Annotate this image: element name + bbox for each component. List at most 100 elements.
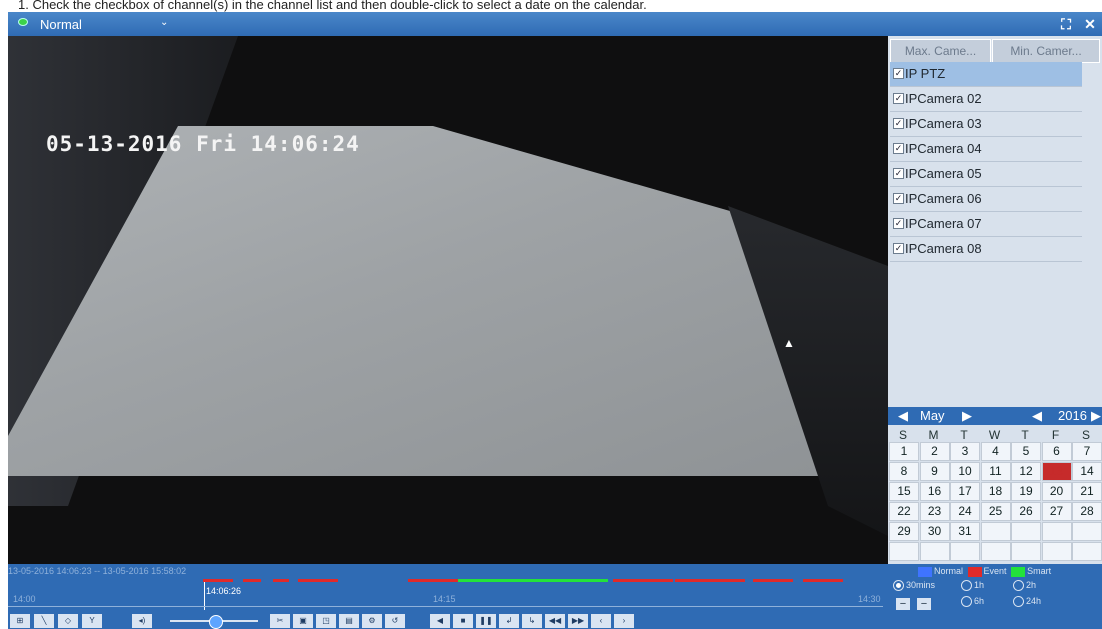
calendar-day[interactable]: 5 <box>1011 442 1041 461</box>
weekday-label: S <box>898 428 907 442</box>
event-segment <box>803 579 843 582</box>
calendar-day[interactable]: 2 <box>919 442 950 461</box>
calendar-day[interactable]: 27 <box>1041 502 1072 521</box>
calendar-day[interactable]: 28 <box>1072 502 1102 521</box>
slow-forward-icon[interactable]: ◀◀ <box>545 614 565 628</box>
calendar-day[interactable]: 13 <box>1041 462 1072 481</box>
channel-item[interactable]: ✓ IP PTZ <box>890 62 1082 87</box>
channel-checkbox[interactable]: ✓ <box>893 168 904 179</box>
max-camera-button[interactable]: Max. Came... <box>890 39 991 63</box>
tag-icon[interactable]: ◳ <box>316 614 336 628</box>
calendar-day[interactable]: 9 <box>919 462 950 481</box>
channel-item[interactable]: ✓ IPCamera 08 <box>890 237 1082 262</box>
channel-item[interactable]: ✓ IPCamera 04 <box>890 137 1082 162</box>
channel-checkbox[interactable]: ✓ <box>893 218 904 229</box>
custom-tag-icon[interactable]: ▤ <box>339 614 359 628</box>
close-icon[interactable]: ✕ <box>1080 15 1100 33</box>
calendar-empty-cell <box>1011 522 1041 541</box>
scale-1h-radio[interactable]: 1h <box>961 580 984 592</box>
calendar-day[interactable]: 3 <box>950 442 980 461</box>
prev-month-icon[interactable]: ◀ <box>898 407 908 425</box>
fast-forward-icon[interactable]: ▶▶ <box>568 614 588 628</box>
scale-6h-radio[interactable]: 6h <box>961 596 984 608</box>
min-camera-button[interactable]: Min. Camer... <box>992 39 1100 63</box>
channel-item[interactable]: ✓ IPCamera 02 <box>890 87 1082 112</box>
zoom-icon[interactable]: ↺ <box>385 614 405 628</box>
weekday-label: M <box>928 428 939 442</box>
next-day-icon[interactable]: › <box>614 614 634 628</box>
reverse-play-icon[interactable]: ◀ <box>430 614 450 628</box>
expand-icon[interactable]: ⛶ <box>1056 15 1076 33</box>
calendar-day[interactable]: 7 <box>1072 442 1102 461</box>
channel-checkbox[interactable]: ✓ <box>893 143 904 154</box>
calendar-day[interactable]: 8 <box>889 462 919 481</box>
video-playback-window[interactable]: 05-13-2016 Fri 14:06:24 ▲ <box>8 36 888 564</box>
clip-icon[interactable]: ✂ <box>270 614 290 628</box>
calendar-day[interactable]: 1 <box>889 442 919 461</box>
previous-day-icon[interactable]: ‹ <box>591 614 611 628</box>
layout-icon[interactable]: ⊞ <box>10 614 30 628</box>
calendar-day[interactable]: 25 <box>980 502 1011 521</box>
save-clip-icon[interactable]: ▣ <box>293 614 313 628</box>
calendar-day[interactable]: 22 <box>889 502 919 521</box>
calendar-day[interactable]: 19 <box>1011 482 1041 501</box>
calendar-day[interactable]: 4 <box>980 442 1011 461</box>
calendar-day[interactable]: 6 <box>1041 442 1072 461</box>
channel-item[interactable]: ✓ IPCamera 06 <box>890 187 1082 212</box>
smart-legend-label: Smart <box>1027 566 1052 576</box>
event-segment <box>203 579 233 582</box>
volume-icon[interactable]: ◂) <box>132 614 152 628</box>
prev-year-icon[interactable]: ◀ <box>1032 407 1042 425</box>
normal-legend-label: Normal <box>934 566 964 576</box>
zoom-in-icon[interactable]: − <box>917 598 931 610</box>
playback-mode-dropdown[interactable]: Normal ⌄ <box>10 14 170 34</box>
channel-item[interactable]: ✓ IPCamera 03 <box>890 112 1082 137</box>
scale-2h-radio[interactable]: 2h <box>1013 580 1036 592</box>
calendar-day[interactable]: 20 <box>1041 482 1072 501</box>
line-tool-icon[interactable]: ╲ <box>34 614 54 628</box>
timeline-tick-label: 14:15 <box>433 594 456 604</box>
calendar-day[interactable]: 21 <box>1072 482 1102 501</box>
scale-24h-radio[interactable]: 24h <box>1013 596 1041 608</box>
calendar-day[interactable]: 11 <box>980 462 1011 481</box>
timeline-axis[interactable] <box>8 606 883 607</box>
calendar-day[interactable]: 10 <box>950 462 980 481</box>
diamond-icon[interactable]: ◇ <box>58 614 78 628</box>
calendar-day[interactable]: 14 <box>1072 462 1102 481</box>
calendar-day[interactable]: 23 <box>919 502 950 521</box>
calendar-day[interactable]: 12 <box>1011 462 1041 481</box>
next-year-icon[interactable]: ▶ <box>1091 407 1101 425</box>
calendar-day[interactable]: 15 <box>889 482 919 501</box>
chevron-down-icon: ⌄ <box>160 17 169 28</box>
event-segment <box>675 579 745 582</box>
forward-30s-icon[interactable]: ↳ <box>522 614 542 628</box>
channel-checkbox[interactable]: ✓ <box>893 193 904 204</box>
eye-icon <box>18 18 28 26</box>
stop-icon[interactable]: ■ <box>453 614 473 628</box>
calendar-header: ◀ May ▶ ◀ 2016 ▶ <box>888 407 1102 425</box>
zoom-out-icon[interactable]: − <box>896 598 910 610</box>
channel-item[interactable]: ✓ IPCamera 05 <box>890 162 1082 187</box>
settings-icon[interactable]: ⚙ <box>362 614 382 628</box>
next-month-icon[interactable]: ▶ <box>962 407 972 425</box>
pause-icon[interactable]: ❚❚ <box>476 614 496 628</box>
channel-item[interactable]: ✓ IPCamera 07 <box>890 212 1082 237</box>
calendar-day[interactable]: 31 <box>950 522 980 541</box>
channel-checkbox[interactable]: ✓ <box>893 118 904 129</box>
channel-checkbox[interactable]: ✓ <box>893 68 904 79</box>
filter-icon[interactable]: Y <box>82 614 102 628</box>
channel-checkbox[interactable]: ✓ <box>893 243 904 254</box>
scale-30mins-radio[interactable]: 30mins <box>893 580 935 592</box>
rewind-30s-icon[interactable]: ↲ <box>499 614 519 628</box>
calendar-day[interactable]: 26 <box>1011 502 1041 521</box>
volume-slider-knob[interactable] <box>209 615 223 629</box>
calendar-day[interactable]: 30 <box>919 522 950 541</box>
calendar-day[interactable]: 29 <box>889 522 919 541</box>
event-segment <box>613 579 673 582</box>
calendar-day[interactable]: 24 <box>950 502 980 521</box>
calendar-day[interactable]: 16 <box>919 482 950 501</box>
calendar-day[interactable]: 17 <box>950 482 980 501</box>
timeline-current-time: 14:06:26 <box>206 586 242 596</box>
calendar-day[interactable]: 18 <box>980 482 1011 501</box>
channel-checkbox[interactable]: ✓ <box>893 93 904 104</box>
